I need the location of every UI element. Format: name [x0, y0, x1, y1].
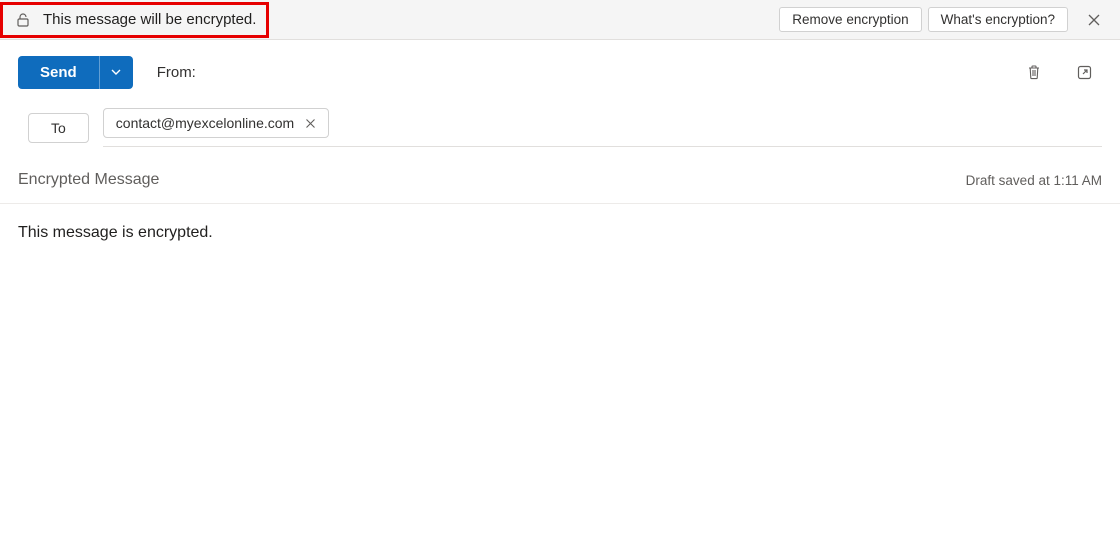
to-button[interactable]: To	[28, 113, 89, 143]
message-body[interactable]: This message is encrypted.	[0, 204, 1120, 262]
lock-icon	[13, 10, 33, 30]
encryption-notification-bar: This message will be encrypted. Remove e…	[0, 0, 1120, 40]
send-button[interactable]: Send	[18, 56, 99, 89]
trash-icon	[1025, 63, 1043, 81]
subject-row: Encrypted Message Draft saved at 1:11 AM	[0, 163, 1120, 204]
popout-button[interactable]	[1066, 54, 1102, 90]
popout-icon	[1076, 64, 1093, 81]
remove-encryption-button[interactable]: Remove encryption	[779, 7, 921, 32]
send-dropdown-button[interactable]	[99, 56, 133, 89]
from-label: From:	[157, 64, 196, 81]
subject-input[interactable]: Encrypted Message	[18, 171, 966, 189]
chevron-down-icon	[109, 65, 123, 79]
remove-recipient-button[interactable]	[300, 113, 320, 133]
close-icon	[305, 118, 316, 129]
whats-encryption-button[interactable]: What's encryption?	[928, 7, 1068, 32]
compose-toolbar: Send From:	[0, 40, 1120, 104]
recipient-email: contact@myexcelonline.com	[116, 115, 294, 131]
to-input-area[interactable]: contact@myexcelonline.com	[103, 108, 1102, 147]
body-text: This message is encrypted.	[18, 224, 213, 241]
encryption-message-highlight: This message will be encrypted.	[0, 2, 269, 38]
to-field-row: To contact@myexcelonline.com	[0, 104, 1120, 163]
recipient-chip[interactable]: contact@myexcelonline.com	[103, 108, 329, 138]
send-button-group: Send	[18, 56, 133, 89]
draft-status: Draft saved at 1:11 AM	[966, 173, 1102, 188]
close-notification-button[interactable]	[1078, 4, 1110, 36]
encryption-message-text: This message will be encrypted.	[43, 11, 256, 28]
discard-button[interactable]	[1016, 54, 1052, 90]
